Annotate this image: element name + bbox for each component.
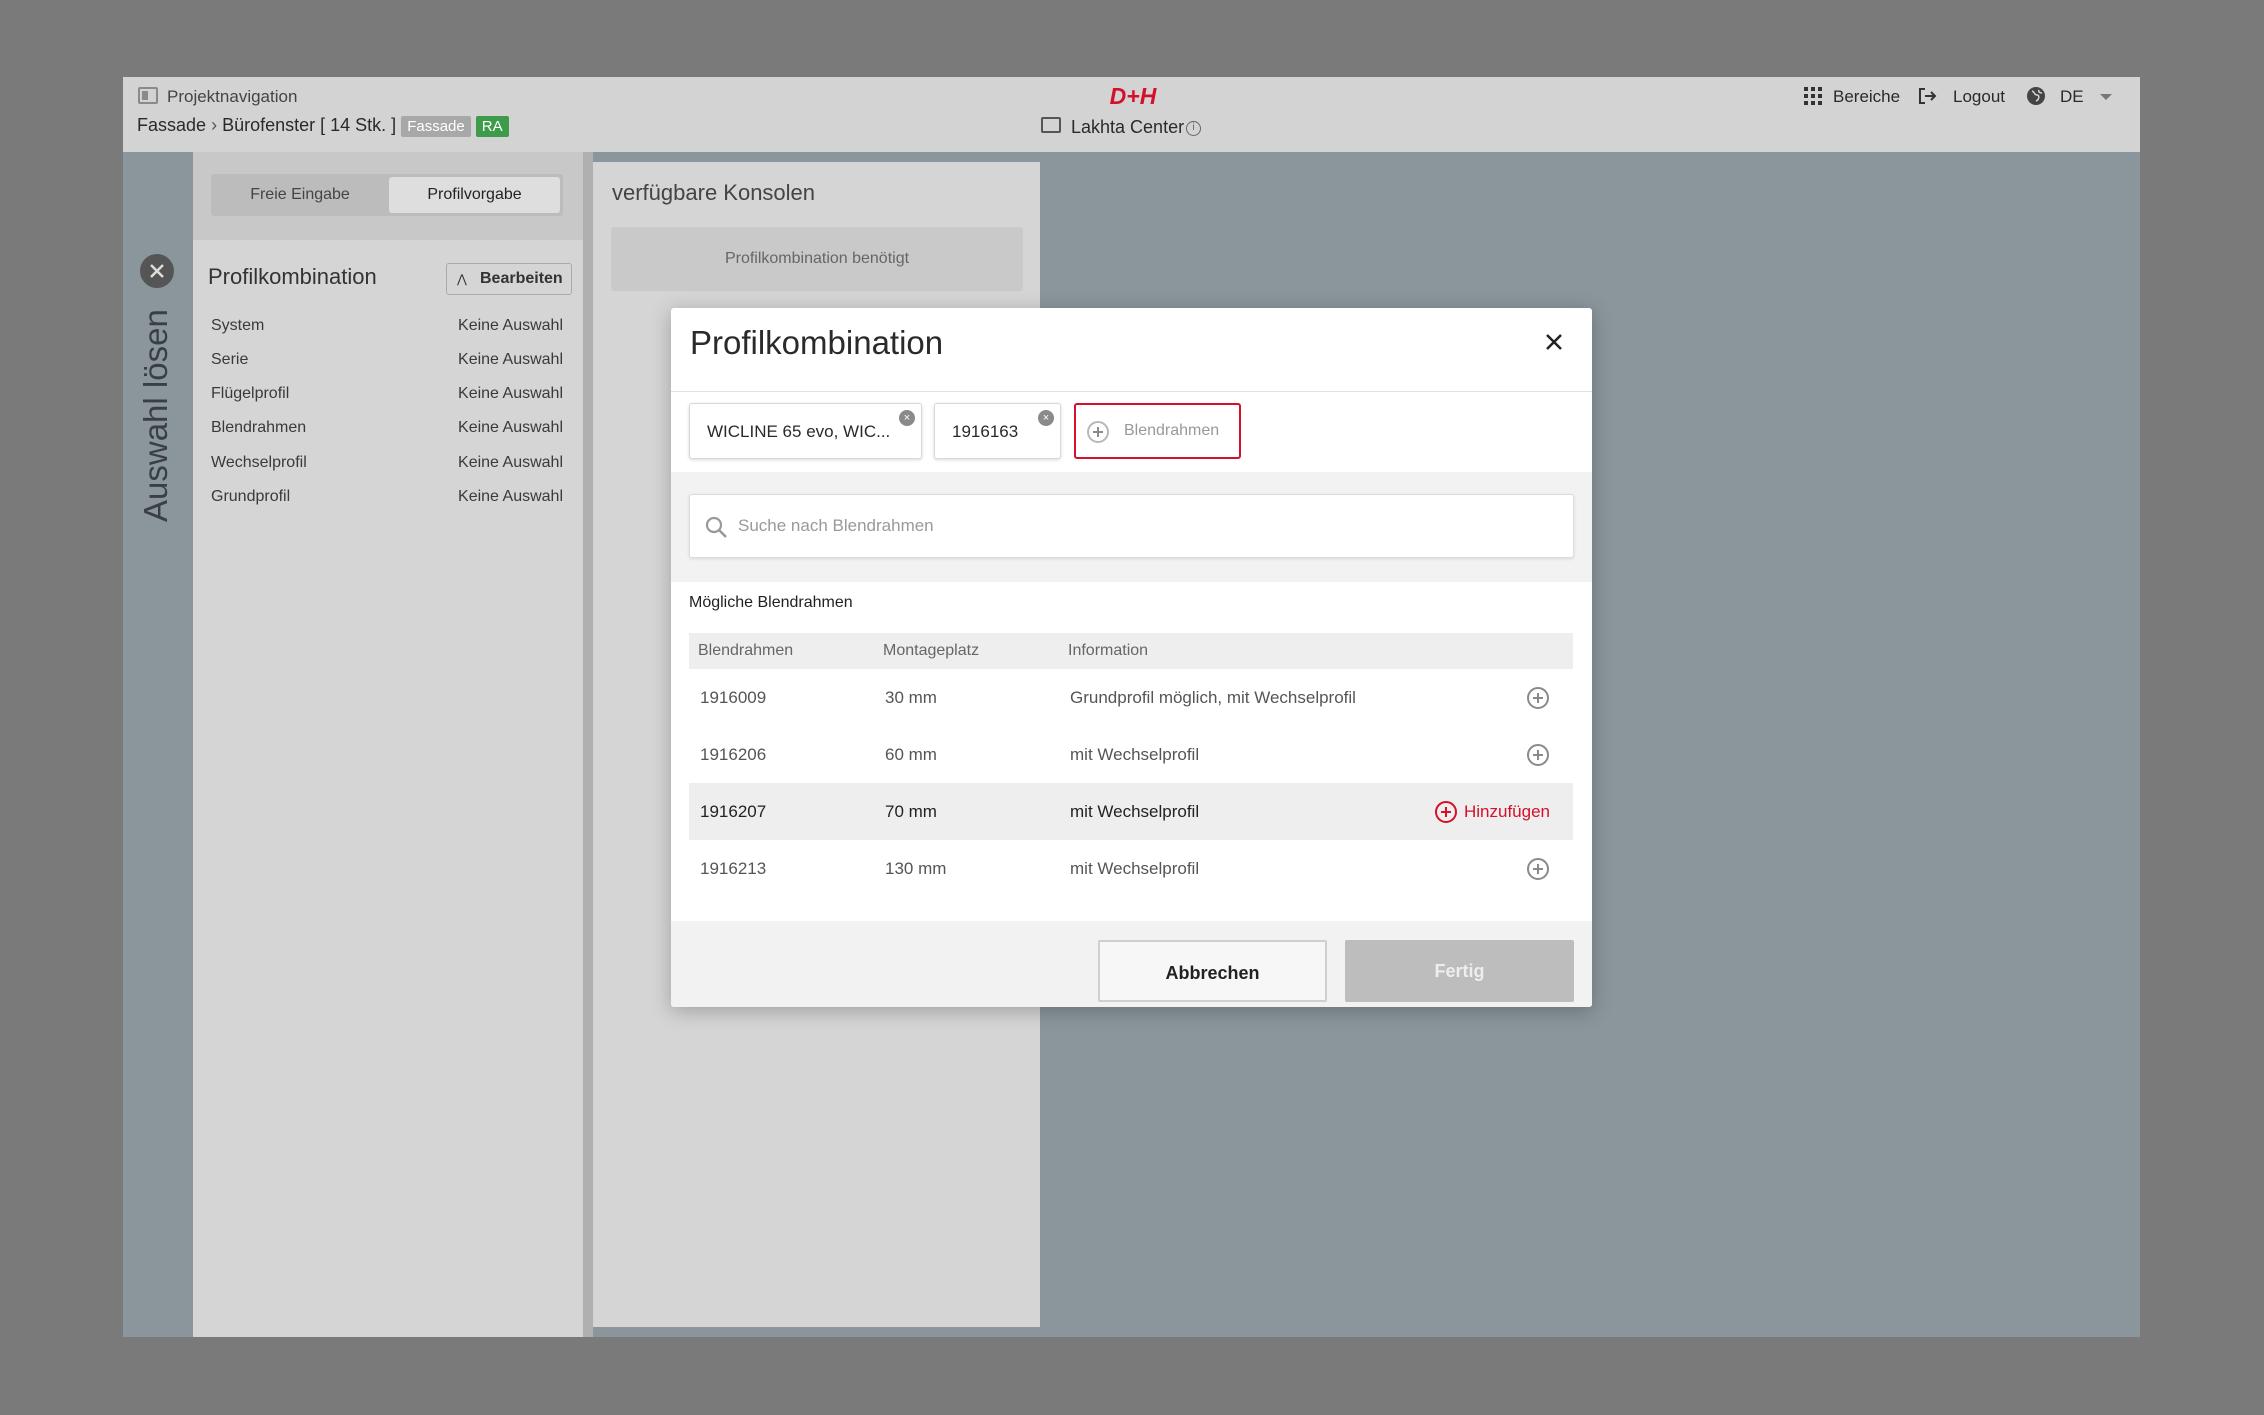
- item-label: Wechselprofil: [211, 454, 307, 471]
- cell-place: 30 mm: [885, 688, 937, 707]
- list-item: Flügelprofil Keine Auswahl: [211, 385, 563, 403]
- list-item: Serie Keine Auswahl: [211, 351, 563, 369]
- table-row[interactable]: 1916213 130 mm mit Wechselprofil: [689, 840, 1573, 897]
- logout-link[interactable]: Logout: [1953, 87, 2005, 107]
- header: Projektnavigation Fassade › Bürofenster …: [123, 77, 2140, 152]
- breadcrumb: Fassade › Bürofenster [ 14 Stk. ] Fassad…: [137, 115, 509, 137]
- chip-add-label: Blendrahmen: [1124, 422, 1220, 439]
- tab-switch: Freie Eingabe Profilvorgabe: [211, 174, 563, 216]
- profile-combination-dialog: Profilkombination WICLINE 65 evo, WIC...…: [671, 308, 1592, 1007]
- brand-logo: D+H: [1110, 83, 1157, 109]
- cell-id: 1916009: [700, 688, 767, 707]
- item-value: Keine Auswahl: [458, 419, 563, 436]
- list-item: Grundprofil Keine Auswahl: [211, 488, 563, 506]
- chevron-down-icon[interactable]: [2100, 94, 2112, 100]
- collapse-icon: ⋀: [457, 272, 467, 286]
- item-label: Grundprofil: [211, 488, 291, 505]
- cell-info: mit Wechselprofil: [1070, 802, 1200, 821]
- remove-chip-icon[interactable]: ×: [1038, 410, 1054, 426]
- table-row[interactable]: 1916009 30 mm Grundprofil möglich, mit W…: [689, 669, 1573, 726]
- chip-system[interactable]: WICLINE 65 evo, WIC... ×: [689, 403, 922, 459]
- item-value: Keine Auswahl: [458, 351, 563, 368]
- cell-place: 70 mm: [885, 802, 937, 821]
- tab-area: Freie Eingabe Profilvorgabe: [193, 152, 583, 240]
- folder-icon: [1041, 117, 1061, 133]
- close-icon[interactable]: [1544, 332, 1564, 352]
- list-item: System Keine Auswahl: [211, 317, 563, 335]
- cell-id: 1916213: [700, 859, 767, 878]
- search-icon: [705, 516, 727, 538]
- chip-label: WICLINE 65 evo, WIC...: [707, 422, 891, 441]
- profile-panel: Freie Eingabe Profilvorgabe Profilkombin…: [193, 152, 583, 1337]
- bereiche-link[interactable]: Bereiche: [1833, 87, 1900, 107]
- cell-place: 60 mm: [885, 745, 937, 764]
- column-header: Blendrahmen: [698, 642, 794, 659]
- selection-strip: Auswahl lösen: [123, 152, 193, 1337]
- table-header: Blendrahmen Montageplatz Information: [689, 633, 1573, 669]
- badge-ra: RA: [475, 116, 509, 137]
- project-nav-icon[interactable]: [138, 87, 158, 104]
- tab-profilvorgabe[interactable]: Profilvorgabe: [389, 177, 560, 213]
- add-circle-icon[interactable]: [1527, 744, 1549, 766]
- item-value: Keine Auswahl: [458, 488, 563, 505]
- add-circle-icon[interactable]: [1527, 858, 1549, 880]
- divider: [671, 391, 1592, 392]
- breadcrumb-item[interactable]: Bürofenster [ 14 Stk. ]: [222, 115, 396, 135]
- deselect-label[interactable]: Auswahl lösen: [137, 222, 175, 522]
- table-row-hovered[interactable]: 1916207 70 mm mit Wechselprofil Hinzufüg…: [689, 783, 1573, 840]
- search-input[interactable]: Suche nach Blendrahmen: [689, 494, 1574, 558]
- edit-button[interactable]: ⋀ Bearbeiten: [446, 263, 572, 295]
- consoles-placeholder: Profilkombination benötigt: [611, 227, 1023, 291]
- add-blendrahmen-chip[interactable]: Blendrahmen: [1074, 403, 1241, 459]
- grid-icon: [1804, 87, 1822, 105]
- list-item: Blendrahmen Keine Auswahl: [211, 419, 563, 437]
- item-value: Keine Auswahl: [458, 385, 563, 402]
- cell-place: 130 mm: [885, 859, 947, 878]
- badge-fassade: Fassade: [401, 116, 471, 137]
- chevron-right-icon: ›: [211, 115, 218, 135]
- cell-id: 1916207: [700, 802, 767, 821]
- add-circle-icon: [1435, 801, 1457, 823]
- item-label: System: [211, 317, 265, 334]
- list-title: Mögliche Blendrahmen: [689, 594, 853, 611]
- logout-icon: [1919, 88, 1937, 104]
- item-label: Flügelprofil: [211, 385, 290, 402]
- consoles-title: verfügbare Konsolen: [612, 180, 816, 205]
- cancel-button[interactable]: Abbrechen: [1098, 940, 1327, 1002]
- edit-button-label: Bearbeiten: [480, 270, 563, 287]
- project-name[interactable]: Lakhta Center: [1071, 117, 1184, 138]
- section-title: Profilkombination: [208, 264, 377, 289]
- item-value: Keine Auswahl: [458, 454, 563, 471]
- language-select[interactable]: DE: [2060, 87, 2084, 107]
- add-circle-icon[interactable]: [1527, 687, 1549, 709]
- remove-chip-icon[interactable]: ×: [899, 410, 915, 426]
- cell-info: Grundprofil möglich, mit Wechselprofil: [1070, 688, 1356, 707]
- search-placeholder: Suche nach Blendrahmen: [738, 516, 934, 535]
- column-header: Montageplatz: [883, 642, 980, 659]
- project-nav-label[interactable]: Projektnavigation: [167, 87, 297, 107]
- done-button[interactable]: Fertig: [1345, 940, 1574, 1002]
- add-row-button[interactable]: Hinzufügen: [1464, 802, 1550, 822]
- item-value: Keine Auswahl: [458, 317, 563, 334]
- tab-freie-eingabe[interactable]: Freie Eingabe: [214, 177, 386, 213]
- logo-text: D+H: [1110, 83, 1157, 109]
- info-icon[interactable]: i: [1186, 121, 1201, 136]
- item-label: Blendrahmen: [211, 419, 307, 436]
- table-row[interactable]: 1916206 60 mm mit Wechselprofil: [689, 726, 1573, 783]
- cell-id: 1916206: [700, 745, 767, 764]
- column-header: Information: [1068, 642, 1149, 659]
- dialog-footer: Abbrechen Fertig: [671, 921, 1592, 1007]
- chip-label: 1916163: [952, 422, 1019, 441]
- cell-info: mit Wechselprofil: [1070, 859, 1200, 878]
- chip-fluegelprofil[interactable]: 1916163 ×: [934, 403, 1061, 459]
- dialog-title: Profilkombination: [690, 324, 944, 361]
- item-label: Serie: [211, 351, 249, 368]
- breadcrumb-root[interactable]: Fassade: [137, 115, 206, 135]
- panel-divider[interactable]: [583, 152, 593, 1337]
- list-item: Wechselprofil Keine Auswahl: [211, 454, 563, 472]
- search-area: Suche nach Blendrahmen: [671, 472, 1592, 582]
- cell-info: mit Wechselprofil: [1070, 745, 1200, 764]
- globe-icon: [2027, 87, 2045, 105]
- add-circle-icon: [1087, 421, 1109, 443]
